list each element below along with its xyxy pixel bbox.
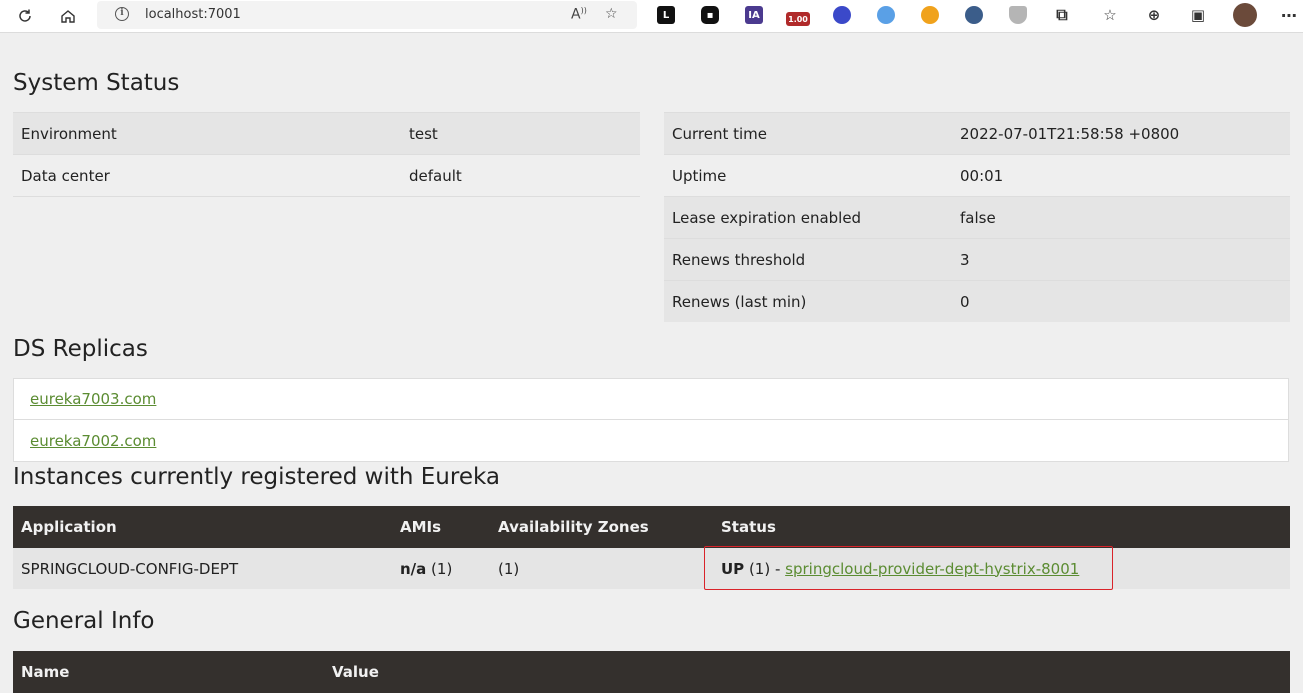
header-name: Name [13, 651, 324, 693]
header-amis: AMIs [392, 506, 490, 548]
lastpass-ext-icon[interactable]: L [657, 6, 675, 24]
datacenter-value: default [401, 154, 640, 197]
instances-table: Application AMIs Availability Zones Stat… [13, 506, 1290, 589]
instance-link[interactable]: springcloud-provider-dept-hystrix-8001 [785, 560, 1079, 578]
table-row: Lease expiration enabled false [664, 196, 1290, 239]
status-value: UP [721, 559, 745, 578]
header-availability-zones: Availability Zones [490, 506, 713, 548]
table-row: Uptime 00:01 [664, 154, 1290, 197]
lease-key: Lease expiration enabled [664, 196, 952, 239]
search-ext-icon[interactable] [877, 6, 895, 24]
list-item: eureka7003.com [14, 379, 1288, 420]
datacenter-key: Data center [13, 154, 401, 197]
header-value: Value [324, 651, 1290, 693]
speed-ext-icon[interactable]: 1.00 [786, 12, 810, 26]
env-key: Environment [13, 112, 401, 155]
table-row: Environment test [13, 112, 640, 155]
lease-value: false [952, 196, 1290, 239]
ds-replicas-title: DS Replicas [13, 336, 148, 362]
collections-icon[interactable]: ⊕ [1145, 6, 1163, 24]
site-info-icon[interactable]: i [115, 7, 129, 21]
shield-colorful-ext-icon[interactable] [921, 6, 939, 24]
address-url[interactable]: localhost:7001 [145, 7, 241, 22]
status-count: (1) - [744, 559, 786, 578]
table-header-row: Application AMIs Availability Zones Stat… [13, 506, 1290, 548]
table-row: Data center default [13, 154, 640, 197]
table-header-row: Name Value [13, 651, 1290, 693]
avatar[interactable] [1233, 3, 1257, 27]
amis-cell: n/a (1) [392, 548, 490, 589]
screenshot-icon[interactable]: ▣ [1189, 6, 1207, 24]
instances-title: Instances currently registered with Eure… [13, 464, 500, 490]
sphere-ext-icon[interactable] [833, 6, 851, 24]
more-menu-icon[interactable]: ⋯ [1280, 6, 1298, 25]
amis-value: n/a [400, 559, 427, 578]
replica-link-eureka7002[interactable]: eureka7002.com [30, 432, 156, 450]
uptime-value: 00:01 [952, 154, 1290, 197]
renews-last-min-key: Renews (last min) [664, 280, 952, 322]
amis-count: (1) [426, 559, 453, 578]
renews-last-min-value: 0 [952, 280, 1290, 322]
system-status-right-table: Current time 2022-07-01T21:58:58 +0800 U… [664, 112, 1290, 322]
renews-threshold-value: 3 [952, 238, 1290, 281]
system-status-left-table: Environment test Data center default [13, 112, 640, 197]
header-application: Application [13, 506, 392, 548]
list-item: eureka7002.com [14, 420, 1288, 461]
home-icon[interactable] [55, 3, 81, 29]
browser-toolbar: i localhost:7001 A)) ☆ L ▪ IA 1.00 ⧉ ☆ ⊕… [0, 0, 1303, 33]
table-row: SPRINGCLOUD-CONFIG-DEPT n/a (1) (1) UP (… [13, 548, 1290, 589]
replica-link-eureka7003[interactable]: eureka7003.com [30, 390, 156, 408]
general-info-title: General Info [13, 608, 155, 634]
general-info-table: Name Value [13, 651, 1290, 693]
status-cell: UP (1) - springcloud-provider-dept-hystr… [713, 548, 1290, 589]
renews-threshold-key: Renews threshold [664, 238, 952, 281]
ds-replicas-list: eureka7003.com eureka7002.com [13, 378, 1289, 462]
favorites-icon[interactable]: ☆ [1101, 6, 1119, 24]
current-time-value: 2022-07-01T21:58:58 +0800 [952, 112, 1290, 155]
current-time-key: Current time [664, 112, 952, 155]
uptime-key: Uptime [664, 154, 952, 197]
refresh-icon[interactable] [12, 3, 38, 29]
tab-ext-icon[interactable]: ▪ [701, 6, 719, 24]
env-value: test [401, 112, 640, 155]
application-cell: SPRINGCLOUD-CONFIG-DEPT [13, 548, 392, 589]
header-status: Status [713, 506, 1290, 548]
system-status-title: System Status [13, 70, 180, 96]
cursor-ext-icon[interactable] [965, 6, 983, 24]
ia-ext-icon[interactable]: IA [745, 6, 763, 24]
table-row: Current time 2022-07-01T21:58:58 +0800 [664, 112, 1290, 155]
address-bar[interactable]: i localhost:7001 A)) ☆ [97, 1, 637, 29]
shield-gray-ext-icon[interactable] [1009, 6, 1027, 24]
zones-cell: (1) [490, 548, 713, 589]
extensions-puzzle-icon[interactable]: ⧉ [1053, 5, 1071, 24]
read-aloud-icon[interactable]: A)) [571, 6, 587, 23]
table-row: Renews threshold 3 [664, 238, 1290, 281]
table-row: Renews (last min) 0 [664, 280, 1290, 322]
add-favorite-icon[interactable]: ☆ [605, 6, 618, 22]
